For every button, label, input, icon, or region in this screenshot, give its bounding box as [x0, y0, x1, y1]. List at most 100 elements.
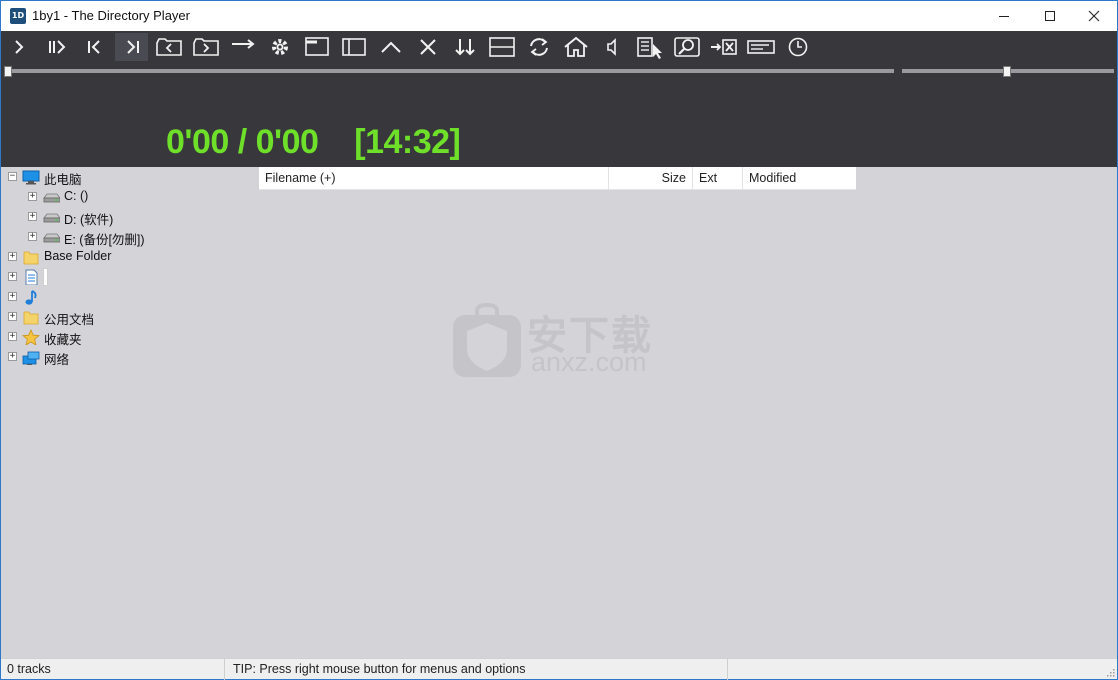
tree-item[interactable]: + Base Folder — [1, 247, 257, 267]
sidebar-panel-icon — [341, 38, 366, 56]
timer-button[interactable] — [781, 33, 814, 61]
folder-forward-icon — [192, 38, 219, 56]
tree-item[interactable]: + D: (软件) — [1, 207, 257, 227]
rename-field[interactable] — [43, 268, 48, 286]
app-icon: 1D — [10, 8, 26, 24]
tree-item-label: E: (备份[勿删]) — [64, 233, 145, 247]
gear-icon — [271, 39, 288, 55]
app-window: 1D 1by1 - The Directory Player 0'00 / 0'… — [0, 0, 1118, 680]
home-button[interactable] — [559, 33, 592, 61]
tree-item-label: C: () — [64, 189, 89, 203]
list-cursor-icon — [636, 37, 662, 59]
tree-item[interactable]: + — [1, 287, 257, 307]
expand-icon[interactable]: + — [8, 292, 17, 301]
music-note-icon — [22, 289, 40, 305]
track-count: 0 tracks — [1, 659, 225, 680]
split-view-icon — [488, 37, 515, 57]
computer-icon — [22, 169, 40, 185]
tree-item[interactable]: + 网络 — [1, 347, 257, 367]
tree-item[interactable]: + C: () — [1, 187, 257, 207]
folder-back-icon — [155, 38, 182, 56]
expand-icon[interactable]: + — [8, 352, 17, 361]
stop-button[interactable] — [411, 33, 444, 61]
maximize-icon — [1045, 11, 1055, 21]
network-icon — [22, 349, 40, 365]
speaker-icon — [606, 38, 616, 56]
expand-icon[interactable]: + — [8, 272, 17, 281]
sort-button[interactable] — [448, 33, 481, 61]
expand-icon[interactable]: + — [28, 232, 37, 241]
close-x-icon — [419, 39, 436, 55]
refresh-icon — [529, 38, 548, 56]
shield-logo-icon — [453, 303, 521, 377]
collapse-icon[interactable]: − — [8, 172, 17, 181]
volume-thumb[interactable] — [1003, 66, 1011, 77]
previous-button[interactable] — [78, 33, 111, 61]
remove-button[interactable] — [707, 33, 740, 61]
maximize-button[interactable] — [1027, 1, 1073, 31]
seek-bar[interactable] — [7, 69, 894, 73]
column-modified[interactable]: Modified — [743, 167, 856, 190]
status-empty-cell — [728, 659, 1117, 680]
time-display: 0'00 / 0'00 [14:32] — [166, 123, 461, 161]
expand-icon[interactable]: + — [8, 252, 17, 261]
repeat-button[interactable] — [522, 33, 555, 61]
file-list-header: Filename (+) Size Ext Modified — [259, 167, 856, 190]
search-button[interactable] — [670, 33, 703, 61]
next-folder-button[interactable] — [189, 33, 222, 61]
tree-item[interactable]: + — [1, 267, 257, 287]
playlist-select-button[interactable] — [633, 33, 666, 61]
up-button[interactable] — [374, 33, 407, 61]
title-bar: 1D 1by1 - The Directory Player — [1, 1, 1117, 31]
expand-icon[interactable]: + — [28, 212, 37, 221]
split-view-button[interactable] — [485, 33, 518, 61]
seek-thumb[interactable] — [4, 66, 12, 77]
close-button[interactable] — [1071, 1, 1117, 31]
player-panel: 0'00 / 0'00 [14:32] — [1, 31, 1117, 167]
tree-item[interactable]: + E: (备份[勿删]) — [1, 227, 257, 247]
play-button[interactable] — [4, 33, 37, 61]
tree-item[interactable]: + 收藏夹 — [1, 327, 257, 347]
info-button[interactable] — [744, 33, 777, 61]
minimize-button[interactable] — [981, 1, 1027, 31]
settings-button[interactable] — [263, 33, 296, 61]
watermark-en-text: anxz.com — [531, 347, 647, 377]
drive-icon — [42, 209, 60, 225]
play-icon — [14, 40, 23, 54]
window-title: 1by1 - The Directory Player — [32, 8, 190, 23]
tree-item-label: D: (软件) — [64, 213, 114, 227]
column-filename[interactable]: Filename (+) — [259, 167, 609, 190]
play-next-icon — [48, 40, 65, 54]
tree-item-label: 收藏夹 — [44, 333, 82, 347]
close-icon — [1088, 10, 1100, 22]
mute-button[interactable] — [596, 33, 629, 61]
tree-panel-button[interactable] — [337, 33, 370, 61]
continue-button[interactable] — [226, 33, 259, 61]
sort-down-icon — [454, 39, 475, 56]
chevron-up-icon — [380, 41, 401, 53]
expand-icon[interactable]: + — [8, 312, 17, 321]
drive-icon — [42, 189, 60, 205]
column-size[interactable]: Size — [609, 167, 693, 190]
window-layout-icon — [304, 37, 329, 56]
document-icon — [22, 269, 40, 285]
tree-item[interactable]: − 此电脑 — [1, 167, 257, 187]
clock-icon — [788, 37, 807, 57]
folder-icon — [22, 249, 40, 265]
next-button[interactable] — [115, 33, 148, 61]
play-next-button[interactable] — [41, 33, 74, 61]
previous-folder-button[interactable] — [152, 33, 185, 61]
window-layout-button[interactable] — [300, 33, 333, 61]
expand-icon[interactable]: + — [8, 332, 17, 341]
skip-forward-icon — [126, 40, 139, 54]
expand-icon[interactable]: + — [28, 192, 37, 201]
resize-grip-icon[interactable] — [1105, 667, 1115, 677]
tree-item-label: 此电脑 — [44, 173, 82, 187]
watermark: 安下载 anxz.com — [451, 297, 671, 381]
minimize-icon — [999, 16, 1009, 17]
tree-item[interactable]: + 公用文档 — [1, 307, 257, 327]
tree-item-label: 网络 — [44, 353, 70, 367]
column-ext[interactable]: Ext — [693, 167, 743, 190]
home-icon — [563, 36, 588, 57]
remove-icon — [710, 39, 737, 55]
